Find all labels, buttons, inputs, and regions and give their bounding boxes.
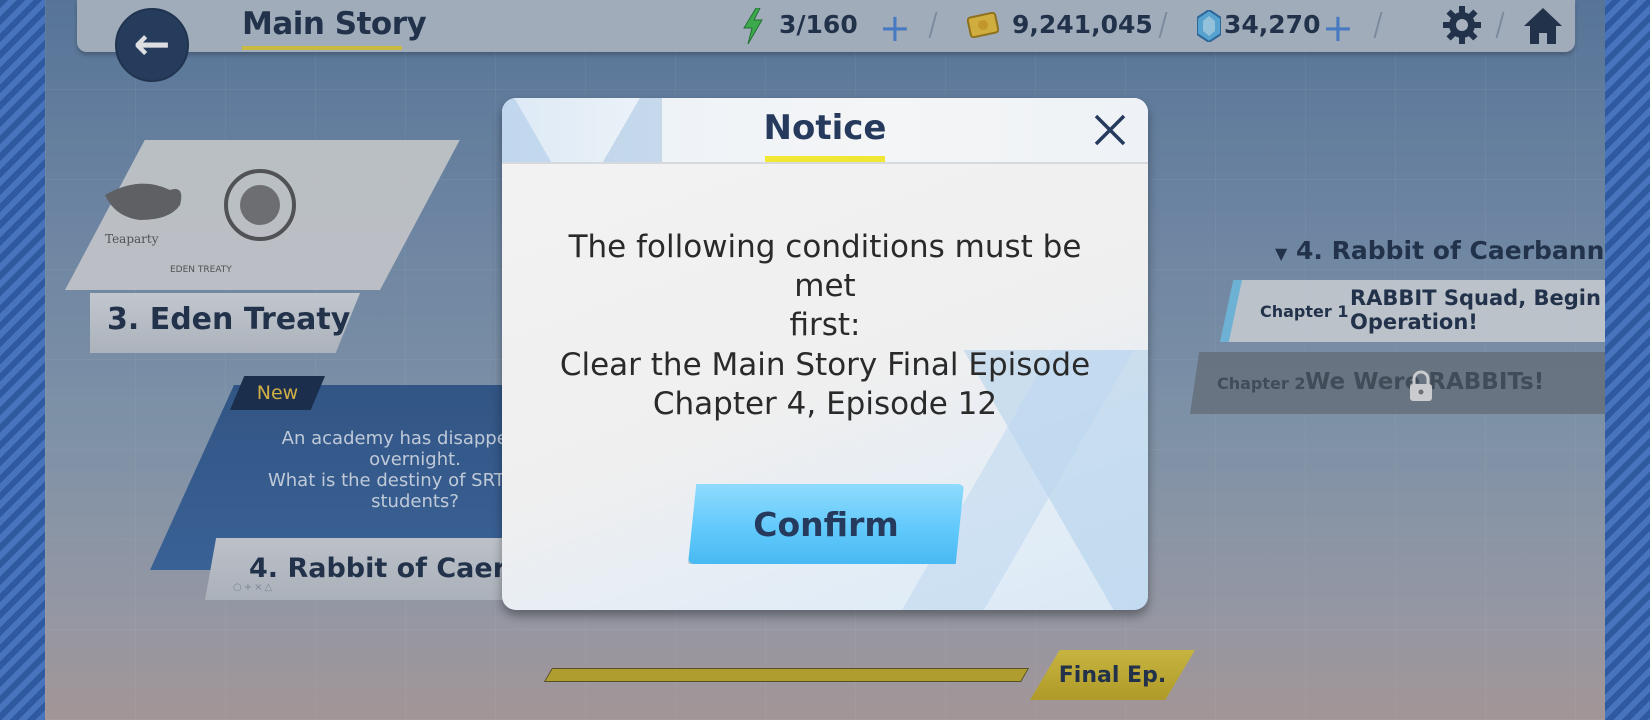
confirm-button[interactable]: Confirm (688, 484, 964, 564)
notice-dialog: Notice The following conditions must be … (502, 98, 1148, 610)
condition-message: The following conditions must be met fir… (542, 228, 1108, 345)
title-underline (765, 156, 885, 162)
requirement-line: Chapter 4, Episode 12 (652, 386, 998, 422)
dialog-header: Notice (502, 98, 1148, 164)
dialog-title: Notice (763, 108, 887, 148)
confirm-label: Confirm (753, 504, 899, 544)
close-icon[interactable] (1092, 112, 1128, 148)
message-line: The following conditions must be met (568, 229, 1082, 304)
condition-requirement: Clear the Main Story Final Episode Chapt… (542, 346, 1108, 424)
message-line: first: (789, 307, 861, 343)
requirement-line: Clear the Main Story Final Episode (559, 347, 1091, 383)
